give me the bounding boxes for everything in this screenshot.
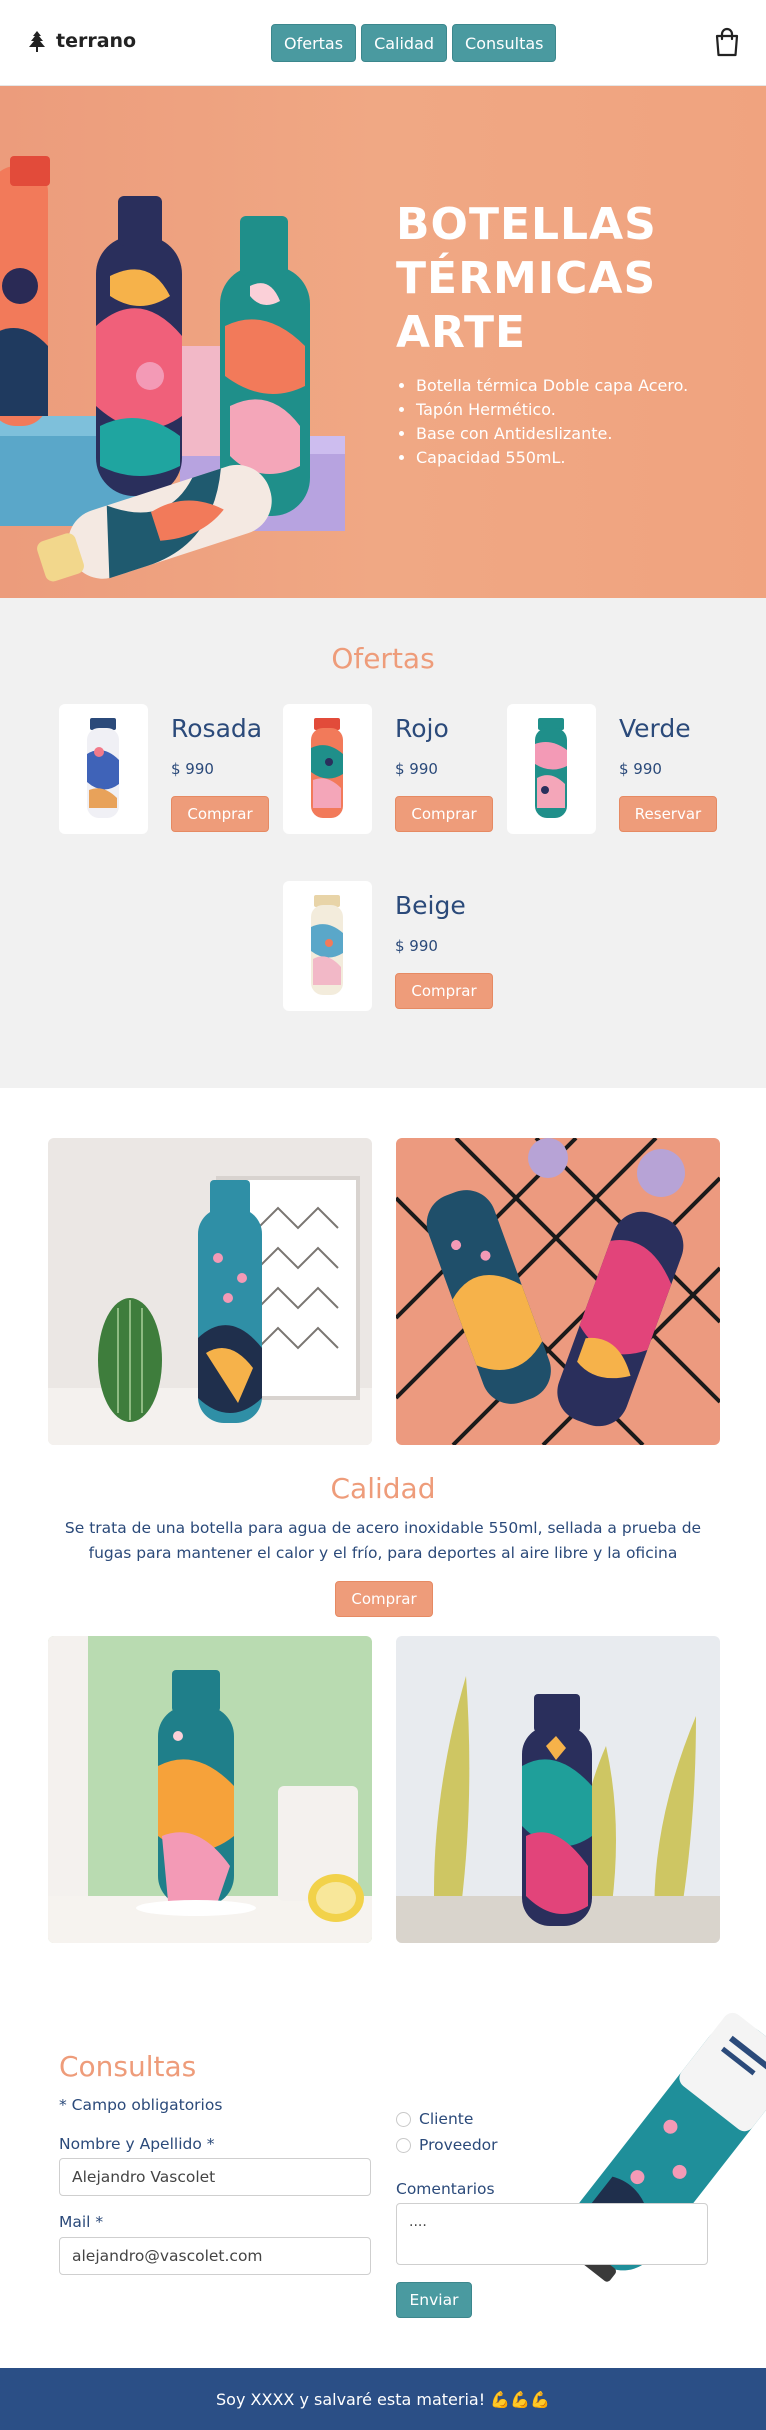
radio-circle[interactable]	[396, 2111, 411, 2127]
hero-features-list: Botella térmica Doble capa Acero. Tapón …	[416, 374, 688, 470]
ofertas-section: Ofertas Rosada $ 990 Comprar Rojo $ 990 …	[0, 598, 766, 1088]
feature-item: Tapón Hermético.	[416, 398, 688, 422]
radio-label: Proveedor	[419, 2136, 498, 2154]
comments-textarea[interactable]: ....	[396, 2203, 708, 2265]
main-nav: Ofertas Calidad Consultas	[271, 24, 557, 62]
product-card: Rojo $ 990 Comprar	[283, 704, 503, 834]
product-card: Beige $ 990 Comprar	[283, 881, 503, 1011]
gallery-photo-grid	[396, 1138, 720, 1445]
tree-logo-icon	[29, 31, 45, 52]
radio-proveedor[interactable]: Proveedor	[396, 2136, 498, 2154]
name-input[interactable]	[59, 2158, 371, 2196]
gallery-photo-lemon	[48, 1636, 372, 1943]
hero-title-line: BOTELLAS	[396, 199, 657, 250]
hero-banner: BOTELLAS TÉRMICAS ARTE Botella térmica D…	[0, 86, 766, 598]
feature-item: Capacidad 550mL.	[416, 446, 688, 470]
site-header: terrano Ofertas Calidad Consultas	[0, 0, 766, 86]
product-name: Beige	[395, 891, 466, 920]
site-footer: Soy XXXX y salvaré esta materia! 💪💪💪	[0, 2368, 766, 2430]
product-name: Rosada	[171, 714, 263, 743]
ofertas-title: Ofertas	[331, 642, 435, 675]
product-price: $ 990	[395, 937, 438, 955]
shopping-bag-icon[interactable]	[713, 26, 741, 58]
gallery-photo-plant	[396, 1636, 720, 1943]
radio-label: Cliente	[419, 2110, 474, 2128]
hero-title-line: ARTE	[396, 307, 527, 358]
buy-button[interactable]: Comprar	[335, 1581, 433, 1617]
radio-circle[interactable]	[396, 2137, 411, 2153]
nav-consultas[interactable]: Consultas	[452, 24, 557, 62]
product-image[interactable]	[283, 881, 372, 1011]
name-label: Nombre y Apellido *	[59, 2135, 215, 2153]
feature-item: Base con Antideslizante.	[416, 422, 688, 446]
product-price: $ 990	[395, 760, 438, 778]
product-image[interactable]	[59, 704, 148, 834]
send-button[interactable]: Enviar	[396, 2282, 472, 2318]
product-name: Rojo	[395, 714, 449, 743]
reserve-button[interactable]: Reservar	[619, 796, 717, 832]
hero-title-line: TÉRMICAS	[396, 253, 657, 304]
brand-name: terrano	[56, 30, 137, 52]
product-image[interactable]	[283, 704, 372, 834]
calidad-title: Calidad	[330, 1472, 436, 1505]
product-card: Rosada $ 990 Comprar	[59, 704, 279, 834]
product-name: Verde	[619, 714, 691, 743]
gallery-photo-cactus	[48, 1138, 372, 1445]
product-image[interactable]	[507, 704, 596, 834]
hero-title: BOTELLAS TÉRMICAS ARTE	[396, 198, 736, 360]
buy-button[interactable]: Comprar	[395, 973, 493, 1009]
required-note: * Campo obligatorios	[59, 2096, 223, 2114]
feature-item: Botella térmica Doble capa Acero.	[416, 374, 688, 398]
nav-ofertas[interactable]: Ofertas	[271, 24, 357, 62]
consultas-title: Consultas	[59, 2050, 197, 2083]
buy-button[interactable]: Comprar	[395, 796, 493, 832]
calidad-description: Se trata de una botella para agua de ace…	[64, 1519, 702, 1562]
mail-input[interactable]	[59, 2237, 371, 2275]
product-price: $ 990	[171, 760, 214, 778]
radio-cliente[interactable]: Cliente	[396, 2110, 473, 2128]
mail-label: Mail *	[59, 2213, 104, 2231]
product-price: $ 990	[619, 760, 662, 778]
brand-logo[interactable]: terrano	[24, 28, 136, 54]
footer-text: Soy XXXX y salvaré esta materia! 💪💪💪	[216, 2389, 550, 2409]
product-card: Verde $ 990 Reservar	[507, 704, 727, 834]
comments-label: Comentarios	[396, 2180, 495, 2198]
nav-calidad[interactable]: Calidad	[361, 24, 448, 62]
buy-button[interactable]: Comprar	[171, 796, 269, 832]
